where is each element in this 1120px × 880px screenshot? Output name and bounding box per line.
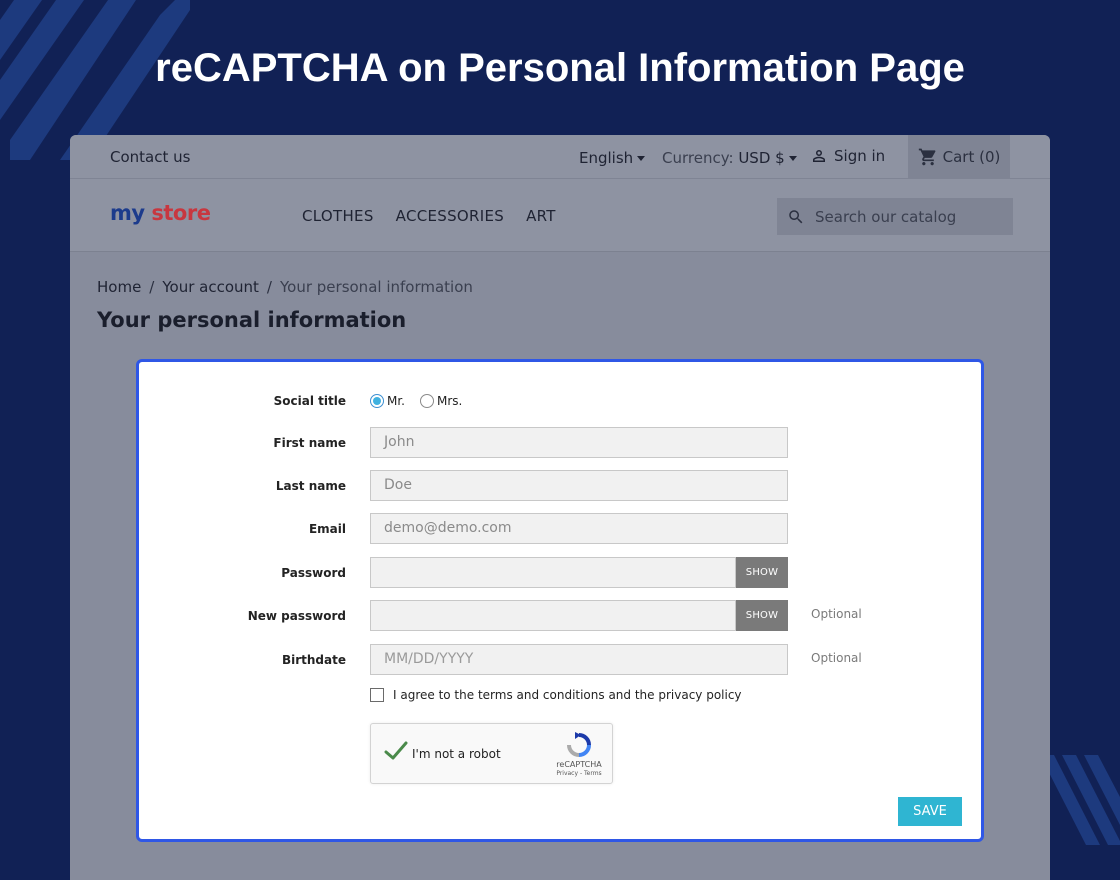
password-label: Password bbox=[281, 566, 346, 580]
optional-hint: Optional bbox=[811, 651, 862, 665]
terms-row: I agree to the terms and conditions and … bbox=[370, 688, 742, 702]
social-title-options: Mr. Mrs. bbox=[370, 394, 462, 408]
social-title-label: Social title bbox=[273, 394, 346, 408]
radio-mrs[interactable] bbox=[420, 394, 434, 408]
language-selector[interactable]: English bbox=[579, 149, 646, 167]
password-field[interactable] bbox=[370, 557, 736, 588]
radio-mrs-label: Mrs. bbox=[437, 394, 463, 408]
sign-in-link[interactable]: Sign in bbox=[810, 147, 885, 165]
page-title: Your personal information bbox=[97, 308, 407, 332]
caret-down-icon bbox=[788, 156, 797, 161]
caret-down-icon bbox=[637, 156, 646, 161]
new-password-label: New password bbox=[247, 609, 346, 623]
first-name-label: First name bbox=[273, 436, 346, 450]
menu-item-accessories[interactable]: ACCESSORIES bbox=[396, 207, 504, 225]
recaptcha-links[interactable]: Privacy - Terms bbox=[554, 770, 604, 777]
show-new-password-button[interactable]: SHOW bbox=[736, 600, 788, 631]
search-box bbox=[777, 198, 1013, 235]
search-icon bbox=[789, 209, 803, 223]
optional-hint: Optional bbox=[811, 607, 862, 621]
main-nav: my store CLOTHES ACCESSORIES ART bbox=[70, 179, 1050, 252]
cart-label: Cart (0) bbox=[942, 148, 1001, 166]
birthdate-field[interactable]: MM/DD/YYYY bbox=[370, 644, 788, 675]
birthdate-row: Birthdate MM/DD/YYYY Optional bbox=[139, 644, 981, 675]
first-name-field[interactable]: John bbox=[370, 427, 788, 458]
logo-text-store: store bbox=[151, 201, 211, 225]
terms-label: I agree to the terms and conditions and … bbox=[393, 688, 742, 702]
recaptcha-logo-icon bbox=[567, 732, 591, 757]
personal-info-form: Social title Mr. Mrs. First name John La… bbox=[136, 359, 984, 842]
email-row: Email demo@demo.com bbox=[139, 513, 981, 544]
cart-icon bbox=[918, 148, 936, 166]
radio-mr[interactable] bbox=[370, 394, 384, 408]
birthdate-label: Birthdate bbox=[281, 653, 346, 667]
logo-text-my: my bbox=[110, 201, 145, 225]
last-name-row: Last name Doe bbox=[139, 470, 981, 501]
password-row: Password SHOW bbox=[139, 557, 981, 588]
currency-selector[interactable]: Currency: USD $ bbox=[662, 149, 797, 167]
currency-value: USD $ bbox=[738, 149, 785, 167]
recaptcha-label: I'm not a robot bbox=[412, 747, 501, 761]
breadcrumb-account[interactable]: Your account bbox=[162, 278, 259, 296]
sign-in-label: Sign in bbox=[834, 147, 886, 165]
breadcrumb-current: Your personal information bbox=[279, 278, 473, 296]
breadcrumb: Home / Your account / Your personal info… bbox=[97, 278, 473, 296]
last-name-field[interactable]: Doe bbox=[370, 470, 788, 501]
menu-item-art[interactable]: ART bbox=[526, 207, 556, 225]
search-input[interactable] bbox=[815, 207, 1005, 226]
last-name-label: Last name bbox=[275, 479, 346, 493]
decorative-stripes-bottom-right bbox=[1040, 755, 1120, 845]
menu-item-clothes[interactable]: CLOTHES bbox=[302, 207, 374, 225]
store-logo[interactable]: my store bbox=[110, 201, 211, 225]
breadcrumb-home[interactable]: Home bbox=[97, 278, 141, 296]
new-password-field[interactable] bbox=[370, 600, 736, 631]
email-field[interactable]: demo@demo.com bbox=[370, 513, 788, 544]
first-name-row: First name John bbox=[139, 427, 981, 458]
cart-button[interactable]: Cart (0) bbox=[908, 135, 1010, 179]
language-label: English bbox=[579, 149, 634, 167]
show-password-button[interactable]: SHOW bbox=[736, 557, 788, 588]
recaptcha-brand: reCAPTCHA bbox=[556, 760, 602, 769]
contact-us-link[interactable]: Contact us bbox=[110, 148, 190, 166]
user-icon bbox=[813, 150, 825, 162]
breadcrumb-separator: / bbox=[266, 278, 272, 296]
save-button[interactable]: SAVE bbox=[898, 797, 962, 826]
breadcrumb-separator: / bbox=[149, 278, 155, 296]
category-menu: CLOTHES ACCESSORIES ART bbox=[302, 207, 556, 225]
recaptcha-widget: I'm not a robot reCAPTCHA Privacy - Term… bbox=[370, 723, 613, 784]
banner-title: reCAPTCHA on Personal Information Page bbox=[155, 46, 965, 90]
checkmark-icon[interactable] bbox=[384, 741, 408, 761]
new-password-row: New password SHOW Optional bbox=[139, 600, 981, 631]
top-bar: Contact us English Currency: USD $ Sign … bbox=[70, 135, 1050, 179]
email-label: Email bbox=[308, 522, 346, 536]
radio-mr-label: Mr. bbox=[387, 394, 405, 408]
currency-label: Currency: bbox=[662, 149, 734, 167]
terms-checkbox[interactable] bbox=[370, 688, 384, 702]
